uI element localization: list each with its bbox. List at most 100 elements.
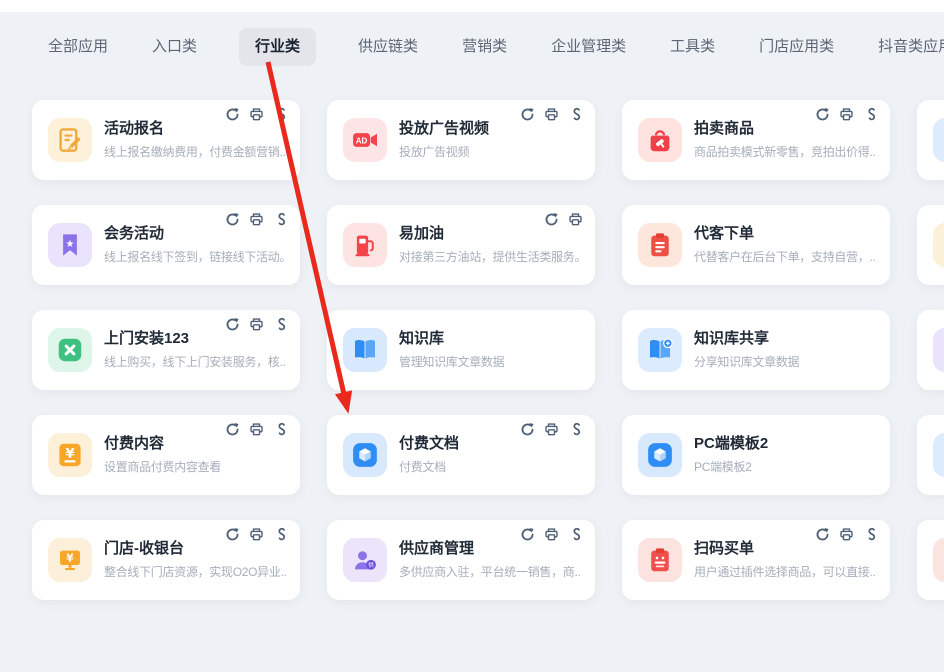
refresh-icon[interactable] bbox=[225, 212, 240, 227]
link-icon[interactable] bbox=[568, 107, 583, 122]
app-title: 代客下单 bbox=[694, 225, 876, 243]
app-card[interactable]: 投放广告视频 投放广告视频 bbox=[327, 100, 595, 180]
app-card[interactable]: 知识库共享 分享知识库文章数据 bbox=[622, 310, 890, 390]
link-icon[interactable] bbox=[863, 107, 878, 122]
knowledge-base-icon bbox=[350, 335, 380, 365]
partial-app-card[interactable] bbox=[917, 520, 944, 600]
card-actions bbox=[225, 212, 288, 227]
tab-行业类[interactable]: 行业类 bbox=[239, 28, 316, 66]
tab-入口类[interactable]: 入口类 bbox=[150, 28, 199, 66]
app-card[interactable]: 供应商管理 多供应商入驻，平台统一销售，商... bbox=[327, 520, 595, 600]
app-card[interactable]: 活动报名 线上报名缴纳费用，付费金额营销... bbox=[32, 100, 300, 180]
tab-抖音类应用[interactable]: 抖音类应用 bbox=[876, 28, 944, 66]
printer-icon[interactable] bbox=[249, 212, 264, 227]
app-title: 扫码买单 bbox=[694, 540, 876, 558]
app-icon-tile bbox=[933, 118, 944, 162]
app-title: 活动报名 bbox=[104, 120, 286, 138]
printer-icon[interactable] bbox=[249, 317, 264, 332]
app-card[interactable]: 付费文档 付费文档 bbox=[327, 415, 595, 495]
partial-app-card[interactable] bbox=[917, 205, 944, 285]
app-description: 线上报名线下签到，链接线下活动。 bbox=[104, 248, 286, 265]
app-card[interactable]: 上门安装123 线上购买，线下上门安装服务，核... bbox=[32, 310, 300, 390]
app-card-body: PC端模板2 PC端模板2 bbox=[694, 435, 876, 475]
install-icon bbox=[55, 335, 85, 365]
app-card[interactable]: 代客下单 代替客户在后台下单，支持自营，... bbox=[622, 205, 890, 285]
card-actions bbox=[225, 107, 288, 122]
partial-app-card[interactable] bbox=[917, 415, 944, 495]
app-description: 线上购买，线下上门安装服务，核... bbox=[104, 353, 286, 370]
refresh-icon[interactable] bbox=[520, 422, 535, 437]
link-icon[interactable] bbox=[273, 212, 288, 227]
card-actions bbox=[225, 527, 288, 542]
app-card[interactable]: 扫码买单 用户通过插件选择商品，可以直接... bbox=[622, 520, 890, 600]
partial-app-card[interactable] bbox=[917, 310, 944, 390]
refresh-icon[interactable] bbox=[815, 107, 830, 122]
app-card[interactable]: PC端模板2 PC端模板2 bbox=[622, 415, 890, 495]
link-icon[interactable] bbox=[568, 527, 583, 542]
refresh-icon[interactable] bbox=[815, 527, 830, 542]
app-card[interactable]: 门店-收银台 整合线下门店资源，实现O2O异业... bbox=[32, 520, 300, 600]
app-title: 知识库 bbox=[399, 330, 581, 348]
printer-icon[interactable] bbox=[544, 422, 559, 437]
app-title: 拍卖商品 bbox=[694, 120, 876, 138]
refresh-icon[interactable] bbox=[544, 212, 559, 227]
app-icon-tile bbox=[48, 433, 92, 477]
tab-全部应用[interactable]: 全部应用 bbox=[46, 28, 110, 66]
app-description: 投放广告视频 bbox=[399, 143, 581, 160]
app-card[interactable]: 付费内容 设置商品付费内容查看 bbox=[32, 415, 300, 495]
card-actions bbox=[520, 422, 583, 437]
refresh-icon[interactable] bbox=[225, 107, 240, 122]
link-icon[interactable] bbox=[568, 422, 583, 437]
app-card-body: 知识库 管理知识库文章数据 bbox=[399, 330, 581, 370]
link-icon[interactable] bbox=[273, 422, 288, 437]
printer-icon[interactable] bbox=[568, 212, 583, 227]
app-icon-tile bbox=[343, 328, 387, 372]
refresh-icon[interactable] bbox=[225, 422, 240, 437]
link-icon[interactable] bbox=[273, 317, 288, 332]
printer-icon[interactable] bbox=[249, 107, 264, 122]
app-description: 线上报名缴纳费用，付费金额营销... bbox=[104, 143, 286, 160]
app-title: 易加油 bbox=[399, 225, 581, 243]
app-icon-tile bbox=[48, 223, 92, 267]
tab-门店应用类[interactable]: 门店应用类 bbox=[757, 28, 836, 66]
app-description: 分享知识库文章数据 bbox=[694, 353, 876, 370]
printer-icon[interactable] bbox=[544, 107, 559, 122]
app-title: 付费内容 bbox=[104, 435, 286, 453]
refresh-icon[interactable] bbox=[520, 527, 535, 542]
app-icon-tile bbox=[343, 538, 387, 582]
link-icon[interactable] bbox=[273, 527, 288, 542]
printer-icon[interactable] bbox=[544, 527, 559, 542]
card-actions bbox=[815, 527, 878, 542]
app-icon-tile bbox=[638, 223, 682, 267]
partial-app-card[interactable] bbox=[917, 100, 944, 180]
printer-icon[interactable] bbox=[839, 527, 854, 542]
tab-供应链类[interactable]: 供应链类 bbox=[356, 28, 420, 66]
app-icon-tile bbox=[638, 433, 682, 477]
app-card[interactable]: 易加油 对接第三方油站，提供生活类服务。 bbox=[327, 205, 595, 285]
tab-企业管理类[interactable]: 企业管理类 bbox=[549, 28, 628, 66]
app-card[interactable]: 会务活动 线上报名线下签到，链接线下活动。 bbox=[32, 205, 300, 285]
app-card[interactable]: 知识库 管理知识库文章数据 bbox=[327, 310, 595, 390]
app-icon-tile bbox=[343, 118, 387, 162]
app-card-body: 上门安装123 线上购买，线下上门安装服务，核... bbox=[104, 330, 286, 370]
category-tabs: 全部应用 入口类 行业类 供应链类 营销类 企业管理类 工具类 门店应用类 抖音类应用 bbox=[46, 28, 944, 66]
link-icon[interactable] bbox=[863, 527, 878, 542]
printer-icon[interactable] bbox=[249, 527, 264, 542]
app-description: 设置商品付费内容查看 bbox=[104, 458, 286, 475]
tab-营销类[interactable]: 营销类 bbox=[460, 28, 509, 66]
app-card-body: 门店-收银台 整合线下门店资源，实现O2O异业... bbox=[104, 540, 286, 580]
printer-icon[interactable] bbox=[839, 107, 854, 122]
pc-template-icon bbox=[645, 440, 675, 470]
refresh-icon[interactable] bbox=[225, 527, 240, 542]
tab-工具类[interactable]: 工具类 bbox=[668, 28, 717, 66]
printer-icon[interactable] bbox=[249, 422, 264, 437]
top-strip bbox=[0, 0, 944, 12]
link-icon[interactable] bbox=[273, 107, 288, 122]
app-icon-tile bbox=[638, 118, 682, 162]
refresh-icon[interactable] bbox=[225, 317, 240, 332]
store-cashier-icon bbox=[55, 545, 85, 575]
refresh-icon[interactable] bbox=[520, 107, 535, 122]
app-card[interactable]: 拍卖商品 商品拍卖模式新零售，竞拍出价得... bbox=[622, 100, 890, 180]
app-icon-tile bbox=[343, 433, 387, 477]
ad-video-icon bbox=[350, 125, 380, 155]
